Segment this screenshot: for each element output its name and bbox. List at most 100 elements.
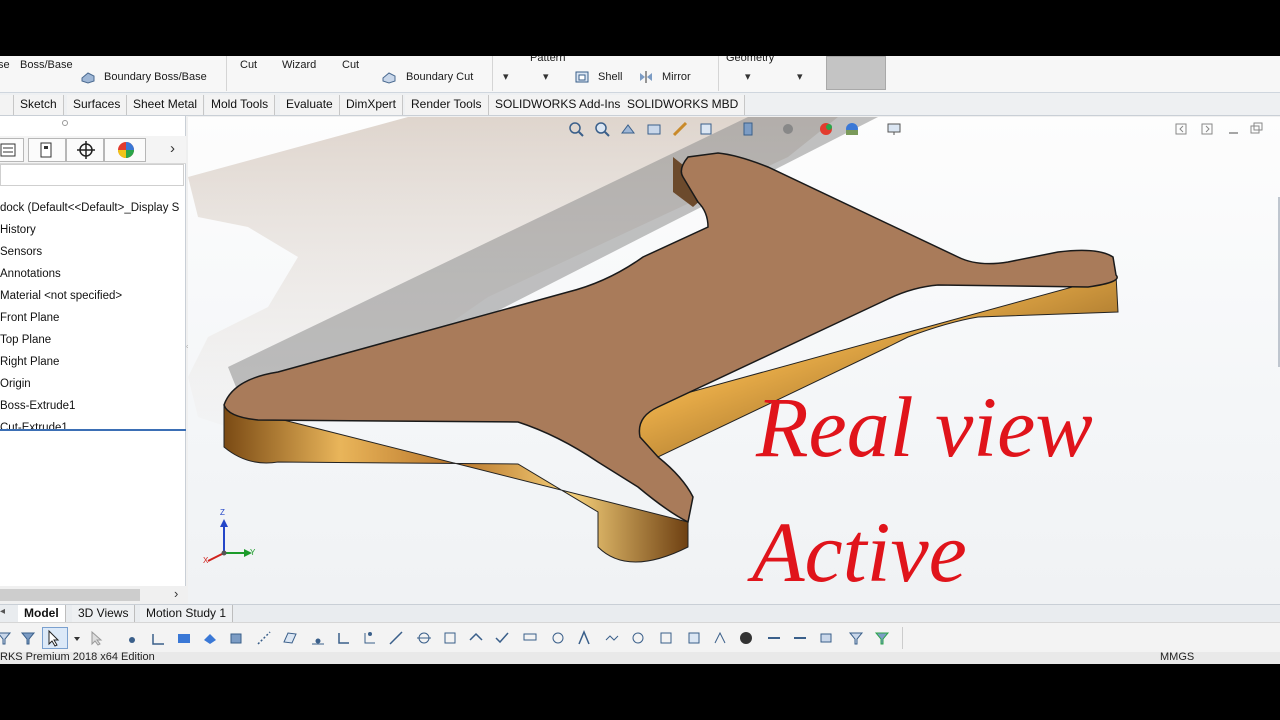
previous-view-icon[interactable] [620, 121, 636, 137]
apply-scene-icon[interactable] [844, 121, 860, 137]
tree-item-top-plane[interactable]: Top Plane [0, 331, 51, 349]
next-page-icon[interactable] [1200, 121, 1216, 137]
filter-blocks-icon[interactable] [686, 630, 702, 646]
tab-solidworks-addins[interactable]: SOLIDWORKS Add-Ins [489, 95, 628, 115]
tab-render-tools[interactable]: Render Tools [405, 95, 489, 115]
filter-solid-bodies-icon[interactable] [228, 630, 244, 646]
filter-hatch-icon[interactable] [630, 630, 646, 646]
select-all-filters-icon[interactable] [874, 630, 890, 646]
ribbon-item-se[interactable]: se [0, 59, 10, 71]
tree-filter-input[interactable] [0, 164, 184, 186]
view-settings-icon[interactable] [886, 121, 902, 137]
ribbon-item-wizard[interactable]: Wizard [282, 59, 316, 71]
ribbon-item-boundary-cut[interactable]: Boundary Cut [406, 71, 473, 83]
tab-features[interactable] [0, 95, 14, 115]
tab-surfaces[interactable]: Surfaces [67, 95, 128, 115]
filter-routing-points-icon[interactable] [792, 630, 808, 646]
ribbon-item-cut[interactable]: Cut [240, 59, 257, 71]
select-dropdown-icon[interactable] [72, 630, 88, 646]
tab-scroll-left-icon[interactable]: ◂ [0, 606, 5, 617]
filter-axes-icon[interactable] [256, 630, 272, 646]
filter-surface-bodies-icon[interactable] [202, 630, 218, 646]
pattern-dropdown2-icon[interactable]: ▾ [543, 70, 549, 83]
boundary-cut-icon[interactable] [381, 70, 397, 84]
restore-icon[interactable] [1248, 121, 1264, 137]
filter-sketch-points-icon[interactable] [310, 630, 326, 646]
tree-item-annotations[interactable]: Annotations [0, 265, 61, 283]
filter-annotations-icon[interactable] [712, 630, 728, 646]
ribbon-item-pattern[interactable]: Pattern [530, 56, 565, 64]
filter-vertices-icon[interactable] [124, 630, 140, 646]
filter-icon[interactable] [20, 630, 36, 646]
tree-item-history[interactable]: History [0, 221, 36, 239]
tab-mold-tools[interactable]: Mold Tools [205, 95, 276, 115]
ribbon-item-boss-base[interactable]: Boss/Base [20, 59, 73, 71]
section-view-icon[interactable] [646, 121, 662, 137]
tab-solidworks-mbd[interactable]: SOLIDWORKS MBD [621, 95, 746, 115]
scroll-right-icon[interactable]: › [174, 586, 178, 601]
tab-sheet-metal[interactable]: Sheet Metal [127, 95, 205, 115]
ribbon-item-shell[interactable]: Shell [598, 71, 622, 83]
filter-weld-icon[interactable] [494, 630, 510, 646]
filter-cosmetic-thread-icon[interactable] [658, 630, 674, 646]
filter-toggle-icon[interactable] [0, 630, 12, 646]
tree-item-right-plane[interactable]: Right Plane [0, 353, 59, 371]
filter-dimensions-icon[interactable] [442, 630, 458, 646]
filter-faces-icon[interactable] [176, 630, 192, 646]
view-orientation-icon[interactable] [698, 121, 714, 137]
filter-balloons-icon[interactable] [604, 630, 620, 646]
geometry-dropdown2-icon[interactable]: ▾ [797, 70, 803, 83]
dynamic-annotation-icon[interactable] [672, 121, 688, 137]
tree-item-origin[interactable]: Origin [0, 375, 31, 393]
shell-icon[interactable] [574, 70, 590, 84]
tree-item-boss-extrude1[interactable]: Boss-Extrude1 [0, 397, 75, 415]
display-style-icon[interactable] [740, 121, 756, 137]
tab-model[interactable]: Model [18, 605, 66, 622]
panel-grip-icon[interactable] [62, 120, 68, 126]
filter-edges-icon[interactable] [150, 630, 166, 646]
filter-planes-icon[interactable] [282, 630, 298, 646]
tab-3d-views[interactable]: 3D Views [72, 605, 136, 622]
filter-sketch-segments-icon[interactable] [336, 630, 352, 646]
prev-page-icon[interactable] [1174, 121, 1190, 137]
panel-expand-icon[interactable]: › [170, 140, 175, 157]
filter-center-marks-icon[interactable] [388, 630, 404, 646]
display-manager-tab[interactable] [104, 138, 146, 162]
mirror-icon[interactable] [638, 70, 654, 84]
filter-geometric-tolerance-icon[interactable] [550, 630, 566, 646]
zoom-to-fit-icon[interactable] [568, 121, 584, 137]
filter-notes-icon[interactable] [576, 630, 592, 646]
hide-show-items-icon[interactable] [780, 121, 796, 137]
tab-dimxpert[interactable]: DimXpert [340, 95, 404, 115]
panel-scroll-thumb[interactable] [0, 589, 140, 601]
tree-item-sensors[interactable]: Sensors [0, 243, 42, 261]
filter-appearance-icon[interactable] [738, 630, 754, 646]
graphics-viewport[interactable]: Real view Active Z Y X [188, 117, 1280, 604]
filter-connection-points-icon[interactable] [766, 630, 782, 646]
minimize-icon[interactable] [1226, 121, 1242, 137]
filter-datum-icon[interactable] [522, 630, 538, 646]
ribbon-item-boundary-boss-base[interactable]: Boundary Boss/Base [104, 71, 207, 83]
tree-item-front-plane[interactable]: Front Plane [0, 309, 59, 327]
tab-sketch[interactable]: Sketch [14, 95, 64, 115]
tree-item-root[interactable]: dock (Default<<Default>_Display S [0, 199, 179, 217]
boundary-boss-icon[interactable] [80, 70, 96, 84]
select-arrow-icon[interactable] [42, 627, 68, 649]
ribbon-item-mirror[interactable]: Mirror [662, 71, 691, 83]
filter-mates-icon[interactable] [818, 630, 834, 646]
filter-centerlines-icon[interactable] [416, 630, 432, 646]
ribbon-item-cut-2[interactable]: Cut [342, 59, 359, 71]
feature-manager-tab[interactable] [0, 138, 24, 162]
tab-motion-study-1[interactable]: Motion Study 1 [140, 605, 234, 622]
ribbon-item-geometry[interactable]: Geometry [726, 56, 774, 64]
geometry-dropdown-icon[interactable]: ▾ [745, 70, 751, 83]
select-other-icon[interactable] [88, 630, 104, 646]
edit-appearance-icon[interactable] [818, 121, 834, 137]
clear-filters-icon[interactable] [848, 630, 864, 646]
rollback-bar[interactable] [0, 429, 186, 431]
filter-midpoints-icon[interactable] [362, 630, 378, 646]
zoom-to-area-icon[interactable] [594, 121, 610, 137]
status-units[interactable]: MMGS [1160, 651, 1194, 663]
property-manager-tab[interactable] [28, 138, 66, 162]
tree-item-cut-extrude1[interactable]: Cut-Extrude1 [0, 419, 68, 437]
